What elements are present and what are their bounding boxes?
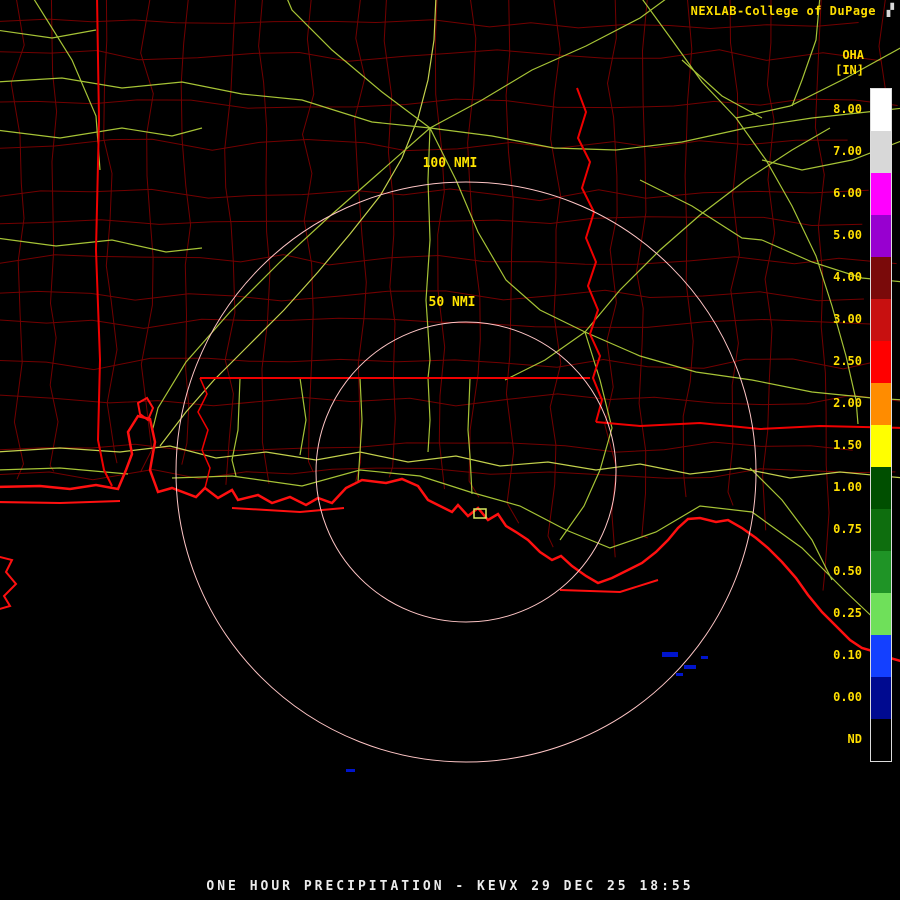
colorbar-tick-label: 3.00 [833, 312, 862, 326]
radar-map: 100 NMI 50 NMI [0, 0, 900, 868]
colorbar-labels: 8.00 7.00 6.00 5.00 4.00 3.00 2.50 2.00 1.50 1.00… [816, 88, 862, 768]
colorbar-tick-label: 0.75 [833, 522, 862, 536]
colorbar-cell-7.00 [871, 131, 891, 173]
cod-logo-icon: ▞ [887, 3, 894, 17]
precip-echo [701, 656, 708, 659]
range-ring-label-100: 100 NMI [423, 156, 478, 171]
colorbar-header: OHA [IN] [804, 48, 864, 78]
colorbar [870, 88, 892, 762]
colorbar-cell-0.75 [871, 509, 891, 551]
precip-echo [346, 769, 355, 772]
colorbar-cell-0.50 [871, 551, 891, 593]
colorbar-tick-label: 5.00 [833, 228, 862, 242]
units-label: [IN] [804, 63, 864, 78]
colorbar-cell-8.00 [871, 89, 891, 131]
colorbar-tick-label: 1.50 [833, 438, 862, 452]
colorbar-tick-label: 4.00 [833, 270, 862, 284]
colorbar-cell-2.50 [871, 341, 891, 383]
product-caption: ONE HOUR PRECIPITATION - KEVX 29 DEC 25 … [0, 879, 900, 894]
colorbar-cell-1.00 [871, 467, 891, 509]
colorbar-tick-label: 0.00 [833, 690, 862, 704]
colorbar-tick-label: ND [848, 732, 862, 746]
colorbar-cell-1.50 [871, 425, 891, 467]
colorbar-cell-3.00 [871, 299, 891, 341]
colorbar-tick-label: 1.00 [833, 480, 862, 494]
range-ring-label-50: 50 NMI [429, 295, 476, 310]
radar-image: 100 NMI 50 NMI NEXLAB-College of DuPage … [0, 0, 900, 900]
colorbar-tick-label: 7.00 [833, 144, 862, 158]
colorbar-tick-label: 0.50 [833, 564, 862, 578]
colorbar-tick-label: 2.00 [833, 396, 862, 410]
colorbar-tick-label: 8.00 [833, 102, 862, 116]
colorbar-cell-0.00 [871, 677, 891, 719]
colorbar-cell-5.00 [871, 215, 891, 257]
product-code-label: OHA [804, 48, 864, 63]
colorbar-tick-label: 0.25 [833, 606, 862, 620]
precip-echo [662, 652, 678, 657]
colorbar-tick-label: 6.00 [833, 186, 862, 200]
colorbar-cell-2.00 [871, 383, 891, 425]
colorbar-cell-4.00 [871, 257, 891, 299]
precip-echo [676, 673, 683, 676]
precip-echo [684, 665, 696, 669]
colorbar-cell-ND [871, 719, 891, 761]
attribution-text: NEXLAB-College of DuPage [691, 4, 876, 18]
colorbar-cell-6.00 [871, 173, 891, 215]
colorbar-tick-label: 2.50 [833, 354, 862, 368]
colorbar-tick-label: 0.10 [833, 648, 862, 662]
colorbar-cell-0.10 [871, 635, 891, 677]
colorbar-cell-0.25 [871, 593, 891, 635]
